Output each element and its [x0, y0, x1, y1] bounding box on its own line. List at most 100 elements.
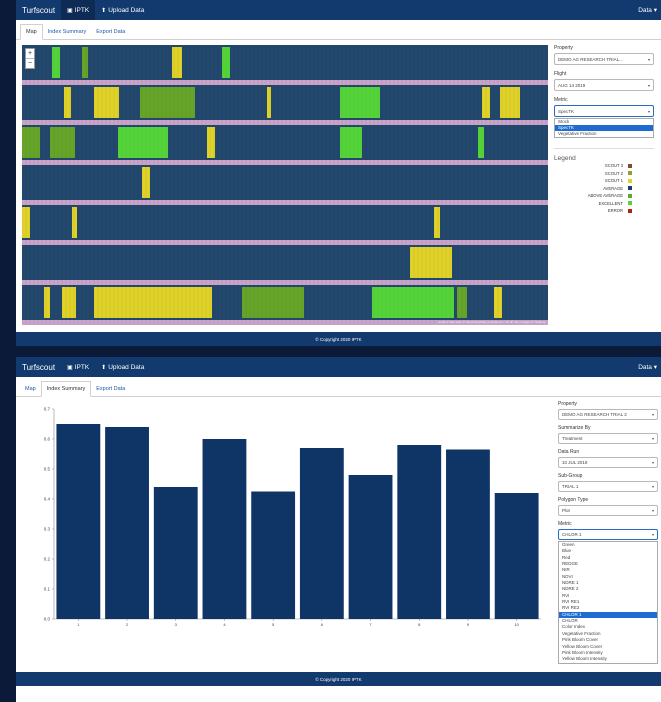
- plot-cell: [434, 207, 440, 238]
- footer: © Copyright 2020 IPTK: [16, 672, 661, 686]
- metric-option[interactable]: Vegetative Fraction: [555, 131, 653, 137]
- field-border: [22, 280, 548, 285]
- field-border: [22, 80, 548, 85]
- metric-options: Stock SpecTK Vegetative Fraction: [554, 118, 654, 138]
- map-attribution[interactable]: Leaflet | Map data © OpenStreetMap contr…: [438, 320, 546, 324]
- tab-map[interactable]: Map: [20, 382, 41, 396]
- date-label: Data Run: [558, 449, 580, 455]
- tab-index-summary[interactable]: Index Summary: [43, 25, 92, 39]
- plot-cell: [44, 287, 50, 318]
- x-tick-label: 2: [126, 622, 129, 627]
- property-value: DEMO AG RESEARCH TRIAL...: [558, 56, 623, 62]
- metric-select[interactable]: SpecTK ▾: [554, 105, 654, 117]
- flight-select[interactable]: AUG 14 2019 ▾: [554, 79, 654, 91]
- metric-label: Metric: [558, 521, 572, 527]
- brand[interactable]: Turfscout: [16, 6, 61, 15]
- property-label: Property: [554, 45, 573, 51]
- data-menu[interactable]: Data ▾: [638, 363, 661, 371]
- x-tick-label: 10: [514, 622, 519, 627]
- plot-cell: [22, 127, 40, 158]
- chevron-down-icon: ▾: [651, 412, 654, 417]
- x-tick-label: 8: [418, 622, 421, 627]
- y-tick-label: 0.5: [44, 467, 51, 472]
- x-tick-label: 4: [223, 622, 226, 627]
- legend-label: ERROR: [607, 208, 623, 214]
- nav-item-upload[interactable]: ⬆ Upload Data: [95, 0, 150, 20]
- plot-cell: [94, 287, 212, 318]
- bar: [348, 475, 393, 619]
- field-border: [22, 200, 548, 205]
- brand[interactable]: Turfscout: [16, 363, 61, 372]
- nav-item-upload[interactable]: ⬆ Upload Data: [95, 357, 150, 377]
- chevron-down-icon: ▾: [651, 460, 654, 465]
- y-tick-label: 0.0: [44, 617, 51, 622]
- upload-icon: ⬆: [101, 7, 107, 14]
- plot-cell: [478, 127, 484, 158]
- legend-item: ABOVE AVERAGE: [554, 192, 654, 200]
- date-select[interactable]: 10 JUL 2019 ▾: [558, 457, 658, 468]
- nav-item-label: IPTK: [74, 6, 90, 14]
- property-label: Property: [558, 401, 577, 407]
- y-tick-label: 0.2: [44, 557, 51, 562]
- bar: [56, 424, 101, 619]
- map-sidebar: Property DEMO AG RESEARCH TRIAL... ▾ Fli…: [554, 45, 654, 215]
- summarize-value: Treatment: [562, 436, 583, 441]
- property-select[interactable]: DEMO AG RESEARCH TRIAL... ▾: [554, 53, 654, 65]
- bar: [153, 487, 198, 619]
- plot-map[interactable]: + − Leaflet | Map data © OpenStreetMap c…: [22, 45, 548, 325]
- chevron-down-icon: ▾: [651, 484, 654, 489]
- metric-options: Green Blue Red REDGE NIR NDVI NDRE 1 NDRE 2 RVI R…: [558, 541, 658, 664]
- polygon-select[interactable]: Plot ▾: [558, 505, 658, 516]
- x-tick-label: 3: [175, 622, 178, 627]
- chevron-down-icon: ▾: [651, 508, 654, 513]
- polygon-label: Polygon Type: [558, 497, 589, 503]
- plot-cell: [242, 287, 304, 318]
- index-summary-screen: Turfscout ▣ IPTK ⬆ Upload Data Data ▾ Ma…: [16, 357, 661, 702]
- legend-label: SCOUT 1: [604, 178, 623, 184]
- bar: [251, 491, 296, 619]
- legend-item: SCOUT 1: [554, 177, 654, 185]
- metric-value: SpecTK: [558, 108, 575, 114]
- x-tick-label: 1: [77, 622, 80, 627]
- tab-index-summary[interactable]: Index Summary: [40, 381, 92, 397]
- plot-cell: [372, 287, 454, 318]
- upload-icon: ⬆: [101, 364, 107, 371]
- legend-label: SCOUT 3: [604, 163, 623, 169]
- tab-map[interactable]: Map: [20, 24, 43, 40]
- tab-export-data[interactable]: Export Data: [91, 382, 130, 396]
- plot-cell: [340, 127, 362, 158]
- map-view-screen: Turfscout ▣ IPTK ⬆ Upload Data Data ▾ Ma…: [16, 0, 661, 346]
- x-tick-label: 7: [369, 622, 372, 627]
- subgroup-select[interactable]: TRIAL 1 ▾: [558, 481, 658, 492]
- summary-sidebar: Property DEMO AG RESEARCH TRIAL 2 ▾ Summ…: [558, 401, 658, 664]
- tab-bar: Map Index Summary Export Data: [16, 20, 661, 40]
- legend-label: AVERAGE: [603, 185, 623, 191]
- nav-item-iptk[interactable]: ▣ IPTK: [61, 357, 95, 377]
- chevron-down-icon: ▾: [647, 56, 650, 62]
- legend-swatch: [628, 201, 632, 206]
- zoom-in-button[interactable]: +: [26, 49, 34, 59]
- y-tick-label: 0.6: [44, 437, 51, 442]
- plot-grid: [22, 45, 548, 325]
- y-tick-label: 0.1: [44, 587, 51, 592]
- metric-option[interactable]: Yellow Bloom Intensity: [559, 656, 657, 662]
- tab-export-data[interactable]: Export Data: [91, 25, 130, 39]
- summarize-select[interactable]: Treatment ▾: [558, 433, 658, 444]
- data-menu[interactable]: Data ▾: [638, 6, 661, 14]
- metric-select[interactable]: CHLOR 1 ▾: [558, 529, 658, 540]
- zoom-out-button[interactable]: −: [26, 59, 34, 68]
- tab-bar: Map Index Summary Export Data: [16, 377, 661, 397]
- subgroup-value: TRIAL 1: [562, 484, 579, 489]
- property-select[interactable]: DEMO AG RESEARCH TRIAL 2 ▾: [558, 409, 658, 420]
- index-summary-chart: 0.0 0.1 0.2 0.3 0.4 0.5 0.6 0.7 1 2 3 4 5 6 7 8 9 10: [26, 401, 546, 631]
- chevron-down-icon: ▾: [651, 532, 654, 537]
- nav-item-iptk[interactable]: ▣ IPTK: [61, 0, 96, 20]
- chevron-down-icon: ▾: [647, 82, 650, 88]
- legend-title: Legend: [554, 148, 654, 162]
- nav-item-label: Upload Data: [108, 6, 145, 14]
- date-value: 10 JUL 2019: [562, 460, 588, 465]
- legend-swatch: [628, 193, 632, 198]
- plot-cell: [82, 47, 88, 78]
- bar: [446, 449, 490, 619]
- image-icon: ▣: [67, 7, 73, 14]
